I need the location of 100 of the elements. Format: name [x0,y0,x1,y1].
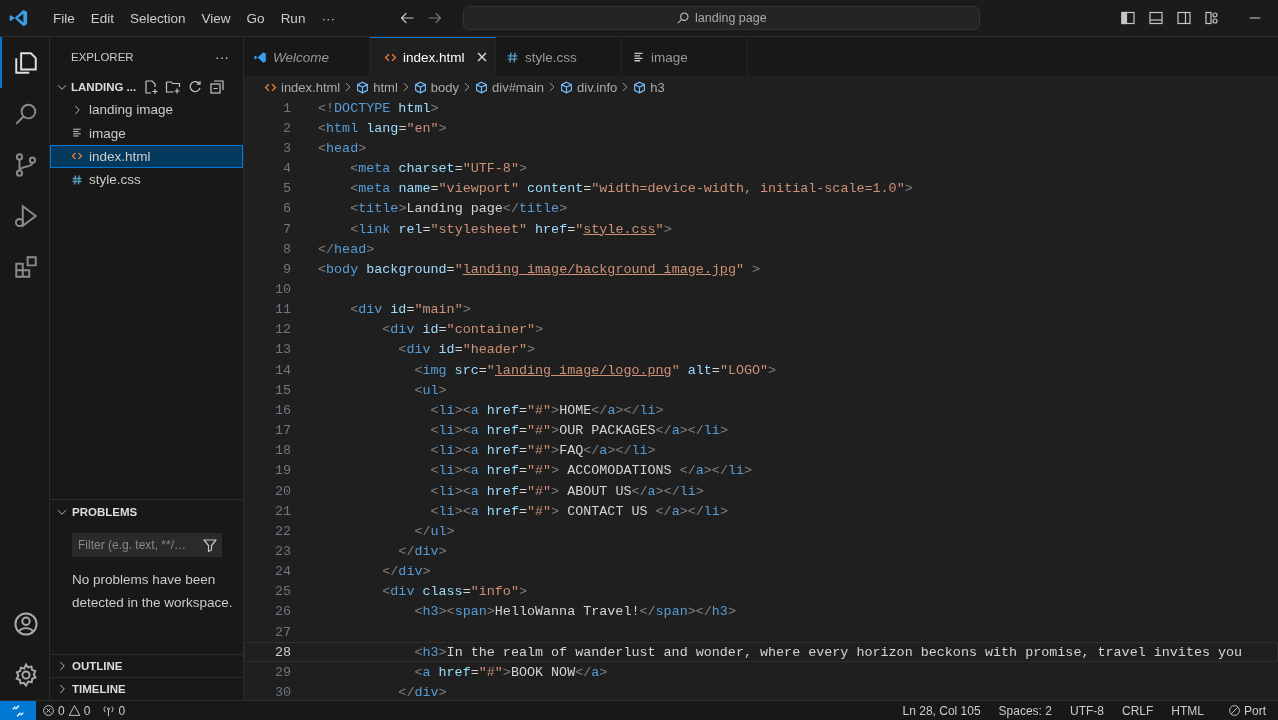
line-number: 17 [273,423,291,439]
line-number: 2 [281,120,291,136]
line-number: 16 [273,402,291,418]
editor-tab[interactable]: index.html [370,37,496,76]
code-line: </ul> [413,523,455,539]
code-line: </div> [397,544,447,559]
editor-tab[interactable]: style.css [496,37,622,76]
file-tree-item[interactable]: image [50,121,243,145]
code-line: <meta name="viewport" content="width=device-width, initial-scale=1.0"> [349,181,913,197]
files-icon[interactable] [12,49,39,76]
section-title[interactable]: TIMELINE [72,683,126,695]
collapse-all-icon[interactable] [209,79,226,95]
code-line: </head> [318,241,375,257]
menu-item[interactable]: View [193,7,239,29]
code-line: <html lang="en"> [318,120,447,136]
toggle-panel-icon[interactable] [1147,10,1164,26]
breadcrumb[interactable]: div.info [560,79,618,95]
line-number: 14 [273,362,291,378]
line-number: 15 [273,382,291,398]
menu-item[interactable]: Selection [122,7,194,29]
code-line: <li><a href="#">FAQ</a></li> [429,443,656,459]
forward-arrow-icon[interactable] [426,10,443,26]
code-line: <img src="landing image/logo.png" alt="LOGO"> [413,362,777,378]
breadcrumb[interactable]: index.html [264,79,341,95]
file-tree-item[interactable]: index.html [50,144,243,169]
line-number: 8 [281,241,291,257]
account-icon[interactable] [12,610,39,637]
menu-item[interactable]: ··· [313,7,343,29]
breadcrumb[interactable]: div#main [475,79,545,95]
menu-item[interactable]: Edit [82,7,123,29]
code-line: <body background="landing image/background image.jpg" > [318,261,761,277]
line-number: 29 [273,664,291,680]
toggle-sidebar-icon[interactable] [1119,10,1136,26]
customize-layout-icon[interactable] [1203,10,1220,26]
section-title[interactable]: OUTLINE [72,660,123,672]
status-item[interactable]: HTML [1171,703,1204,718]
command-search-box[interactable]: landing page [462,6,980,30]
line-number: 4 [281,161,291,177]
line-number: 10 [273,282,291,297]
filter-field[interactable]: Filter (e.g. text, **/… [72,533,222,557]
code-line: <link rel="stylesheet" href="style.css"> [349,221,672,237]
hash-icon [71,173,83,186]
new-folder-icon[interactable] [165,79,182,95]
run-debug-icon[interactable] [12,202,39,229]
menu-item[interactable]: File [45,7,83,29]
hash-icon [506,50,519,64]
line-number: 22 [273,523,291,539]
status-item[interactable]: UTF-8 [1069,703,1104,718]
status-item[interactable]: Spaces: 2 [998,703,1052,718]
cube-icon [475,80,488,94]
remote-icon [11,703,25,718]
filter-icon[interactable] [202,537,218,553]
line-number: 23 [273,544,291,559]
code-line: <li><a href="#">OUR PACKAGES</a></li> [429,423,728,439]
refresh-icon[interactable] [187,79,204,95]
file-tree-item[interactable]: style.css [50,168,243,192]
cube-icon [633,80,647,94]
line-number: 21 [273,503,291,519]
code-line: <ul> [413,382,447,398]
code-line: <h3>In the realm of wanderlust and wonder, where every horizon beckons with promise, travel invites you [413,644,1243,660]
line-number: 19 [273,463,291,479]
line-number: 11 [273,302,291,318]
status-item[interactable]: Ln 28, Col 105 [902,703,981,718]
folder-name[interactable]: LANDING ... [71,81,137,93]
more-actions-button[interactable]: ··· [215,48,229,65]
breadcrumb[interactable]: h3 [633,79,665,95]
port-status[interactable]: Port [1222,703,1272,718]
line-number: 28 [273,644,291,660]
line-number: 13 [273,342,291,358]
code-line: <head> [318,140,367,156]
vscode-logo-icon [254,50,267,64]
code-line: <li><a href="#">HOME</a></li> [429,402,664,418]
new-file-icon[interactable] [143,79,160,95]
code-line: <li><a href="#"> ACCOMODATIONS </a></li> [429,463,753,479]
line-number: 20 [273,483,291,499]
vscode-logo-icon [9,8,29,28]
breadcrumb[interactable]: html [356,79,398,95]
ports-status[interactable]: 0 [96,703,132,718]
menu-item[interactable]: Go [238,7,273,29]
file-tree-item[interactable]: landing image [50,98,243,122]
empty-message: No problems have been detected in the workspace. [72,571,234,612]
line-number: 1 [281,100,291,116]
line-number: 12 [273,322,291,338]
section-title[interactable]: PROBLEMS [72,505,138,518]
toggle-secondary-sidebar-icon[interactable] [1175,10,1192,26]
editor-tab[interactable]: image [622,37,748,76]
blocked-icon [1228,704,1241,717]
line-number: 25 [273,584,291,600]
problems-status[interactable]: 0 0 [36,703,97,718]
cube-icon [560,80,574,94]
remote-button[interactable] [0,700,36,720]
extensions-icon[interactable] [12,253,39,280]
line-number: 27 [273,624,291,640]
code-line: <div id="main"> [349,302,471,318]
status-item[interactable]: CRLF [1121,703,1154,718]
line-number: 18 [273,443,291,459]
back-arrow-icon[interactable] [398,10,415,26]
breadcrumb[interactable]: body [413,79,459,95]
menu-item[interactable]: Run [272,7,314,29]
line-number: 7 [281,221,291,237]
